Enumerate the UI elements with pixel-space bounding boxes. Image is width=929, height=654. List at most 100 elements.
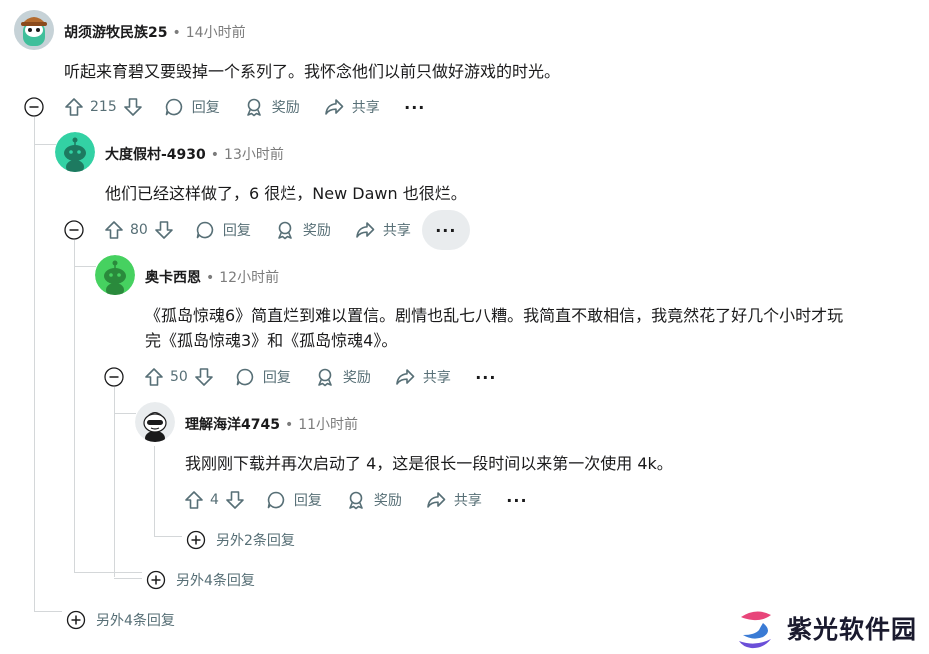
upvote-icon[interactable]: [144, 367, 164, 387]
comment-bubble-icon: [196, 221, 213, 239]
avatar[interactable]: [135, 402, 175, 442]
site-logo-icon: [739, 611, 771, 649]
thread-line-level1: [34, 117, 35, 612]
more-options-button[interactable]: ···: [493, 480, 541, 520]
plus-circle-icon: [186, 530, 206, 550]
thread-curve-c3: [74, 266, 96, 267]
share-icon: [324, 99, 344, 115]
award-button[interactable]: 奖励: [306, 360, 380, 394]
share-label: 共享: [453, 493, 482, 509]
reply-button[interactable]: 回复: [226, 360, 300, 394]
reply-button[interactable]: 回复: [186, 213, 260, 247]
vote-count: 4: [210, 492, 219, 508]
timestamp[interactable]: 13小时前: [224, 147, 284, 163]
avatar[interactable]: [55, 132, 95, 172]
snoo-avatar-icon: [95, 255, 135, 295]
timestamp[interactable]: 11小时前: [298, 417, 358, 433]
username[interactable]: 奥卡西恩: [145, 270, 201, 286]
thread-connector-c2: [34, 130, 35, 152]
comment-body: 《孤岛惊魂6》简直烂到难以置信。剧情也乱七八糟。我简直不敢相信，我竟然花了好几个…: [145, 303, 925, 353]
reply-label: 回复: [191, 100, 220, 116]
more-options-button[interactable]: ···: [462, 357, 510, 397]
comment-header: 奥卡西恩 • 12小时前: [145, 267, 279, 287]
snoo-avatar-icon: [14, 10, 54, 50]
thread-line-level3: [114, 387, 115, 577]
reply-button[interactable]: 回复: [257, 483, 331, 517]
more-options-button[interactable]: ···: [421, 210, 470, 250]
award-icon: [318, 368, 332, 387]
username[interactable]: 大度假村-4930: [105, 147, 206, 163]
timestamp[interactable]: 12小时前: [219, 270, 279, 286]
avatar[interactable]: [95, 255, 135, 295]
thread-connector-level3-bottom: [114, 578, 142, 579]
more-replies-link[interactable]: 另外2条回复: [186, 530, 295, 550]
reply-label: 回复: [262, 370, 291, 386]
more-replies-link[interactable]: 另外4条回复: [146, 570, 255, 590]
more-replies-label: 另外2条回复: [216, 533, 295, 549]
share-icon: [427, 492, 446, 508]
separator-dot: •: [206, 270, 215, 286]
downvote-icon[interactable]: [225, 490, 245, 510]
collapse-thread-button[interactable]: [64, 220, 84, 240]
vote-count: 50: [170, 369, 188, 385]
upvote-icon[interactable]: [64, 97, 84, 117]
share-button[interactable]: 共享: [417, 483, 491, 517]
comment-body: 听起来育碧又要毁掉一个系列了。我怀念他们以前只做好游戏的时光。: [64, 62, 561, 81]
avatar[interactable]: [14, 10, 54, 50]
comment-actions: 4 回复 奖励 共享 ···: [180, 480, 541, 520]
upvote-icon[interactable]: [184, 490, 204, 510]
username[interactable]: 胡须游牧民族25: [64, 25, 167, 41]
reply-label: 回复: [222, 223, 251, 239]
downvote-icon[interactable]: [123, 97, 143, 117]
comment-body: 他们已经这样做了，6 很烂，New Dawn 也很烂。: [105, 184, 467, 203]
comment-header: 大度假村-4930 • 13小时前: [105, 144, 284, 164]
separator-dot: •: [210, 147, 220, 163]
downvote-icon[interactable]: [194, 367, 214, 387]
comment-actions: 80 回复 奖励 共享 ···: [100, 210, 470, 250]
share-button[interactable]: 共享: [346, 213, 420, 247]
thread-connector-level4-bottom: [154, 536, 182, 537]
upvote-icon[interactable]: [104, 220, 124, 240]
comment-bubble-icon: [236, 368, 253, 386]
more-replies-link[interactable]: 另外4条回复: [66, 610, 175, 630]
award-button[interactable]: 奖励: [266, 213, 340, 247]
thread-curve-c4: [114, 413, 136, 414]
thread-line-level2: [74, 240, 75, 572]
comment-bubble-icon: [267, 491, 285, 509]
collapse-thread-button[interactable]: [24, 97, 44, 117]
comment-body-line: 《孤岛惊魂6》简直烂到难以置信。剧情也乱七八糟。我简直不敢相信，我竟然花了好几个…: [145, 306, 844, 325]
reply-button[interactable]: 回复: [155, 90, 229, 124]
award-button[interactable]: 奖励: [337, 483, 411, 517]
vote-count: 80: [130, 222, 148, 238]
snoo-avatar-icon: [135, 402, 175, 442]
comment-header: 胡须游牧民族25 • 14小时前: [64, 22, 246, 42]
share-label: 共享: [422, 370, 451, 386]
comment-header: 理解海洋4745 • 11小时前: [185, 414, 358, 434]
award-label: 奖励: [302, 223, 331, 239]
collapse-thread-button[interactable]: [104, 367, 124, 387]
share-label: 共享: [382, 223, 411, 239]
award-icon: [278, 221, 292, 240]
username[interactable]: 理解海洋4745: [185, 417, 280, 433]
award-icon: [246, 98, 261, 117]
plus-circle-icon: [66, 610, 86, 630]
downvote-icon[interactable]: [154, 220, 174, 240]
award-label: 奖励: [342, 370, 371, 386]
comment-bubble-icon: [165, 98, 182, 116]
reply-label: 回复: [293, 493, 322, 509]
more-options-button[interactable]: ···: [391, 87, 439, 127]
timestamp[interactable]: 14小时前: [186, 25, 246, 41]
vote-count: 215: [90, 99, 117, 115]
thread-connector-level2-bottom: [74, 572, 142, 573]
more-replies-label: 另外4条回复: [176, 573, 255, 589]
comment-actions: 215 回复 奖励 共享 ···: [60, 87, 439, 127]
share-button[interactable]: 共享: [386, 360, 460, 394]
separator-dot: •: [172, 25, 181, 41]
award-button[interactable]: 奖励: [235, 90, 309, 124]
thread-line-level4: [154, 446, 155, 536]
share-button[interactable]: 共享: [315, 90, 389, 124]
share-icon: [356, 222, 375, 238]
comment-body-line: 完《孤岛惊魂3》和《孤岛惊魂4》。: [145, 331, 398, 350]
share-icon: [396, 369, 415, 385]
comment-actions: 50 回复 奖励 共享 ···: [140, 357, 510, 397]
